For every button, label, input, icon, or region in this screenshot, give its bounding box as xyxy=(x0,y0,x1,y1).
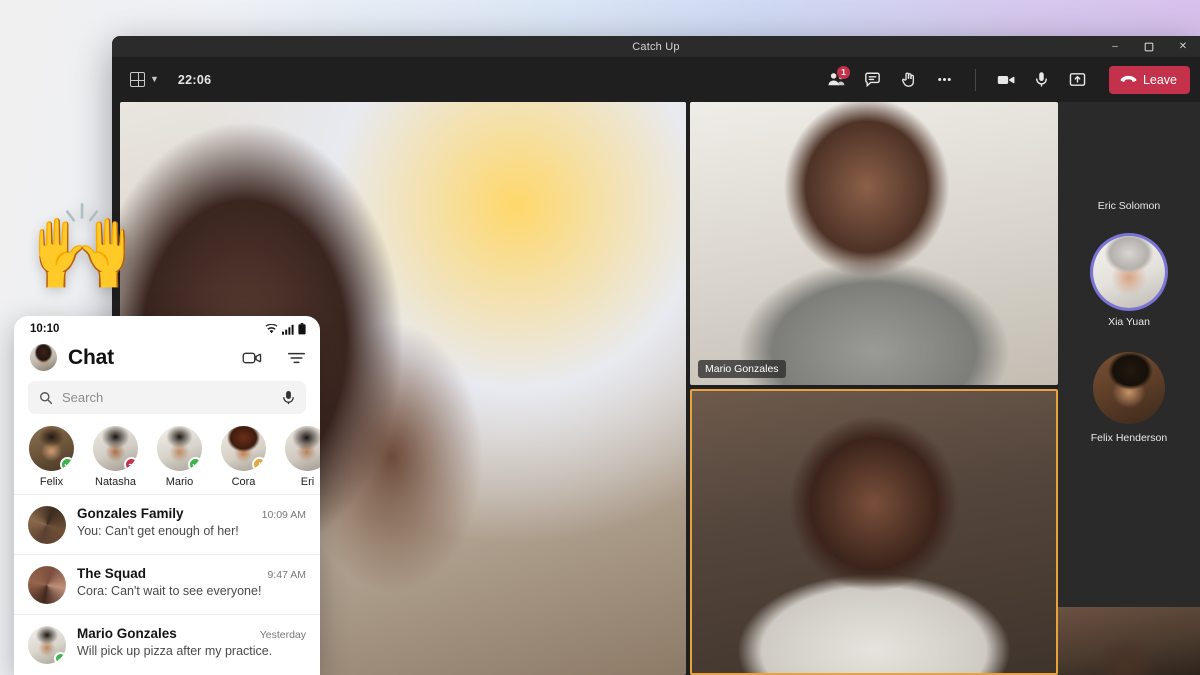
roster-item-eric-solomon[interactable]: Eric Solomon xyxy=(1093,120,1165,212)
maximize-button[interactable] xyxy=(1132,36,1166,57)
video-feed xyxy=(690,102,1058,385)
chat-title: Mario Gonzales xyxy=(77,626,177,641)
avatar xyxy=(93,426,138,471)
contact-eric[interactable]: Eri xyxy=(284,426,320,488)
contact-cora[interactable]: Cora xyxy=(220,426,267,488)
video-tile-speaker[interactable] xyxy=(690,388,1058,675)
people-button[interactable]: 1 xyxy=(822,65,852,95)
status-badge xyxy=(60,457,74,471)
toolbar-divider xyxy=(974,68,976,91)
gallery-view-button[interactable]: ▼ xyxy=(130,72,159,87)
roster-item-label: Eric Solomon xyxy=(1097,200,1161,212)
leave-button-label: Leave xyxy=(1142,72,1177,87)
participant-name-label: Mario Gonzales xyxy=(698,359,786,378)
video-camera-icon[interactable] xyxy=(242,349,262,367)
leave-button[interactable]: Leave xyxy=(1108,65,1190,94)
contact-name: Cora xyxy=(231,476,256,488)
roster-item-label: Xia Yuan xyxy=(1108,316,1150,328)
contact-felix[interactable]: Felix xyxy=(28,426,75,488)
roster-item-xia-yuan[interactable]: Xia Yuan xyxy=(1093,236,1165,328)
avatar xyxy=(285,426,320,471)
microphone-icon xyxy=(283,391,294,405)
status-badge xyxy=(54,652,66,664)
avatar xyxy=(1092,352,1165,424)
avatar xyxy=(28,566,66,604)
toolbar-actions: 1 Leave xyxy=(822,65,1190,95)
page-title: Chat xyxy=(68,345,114,369)
list-item[interactable]: Mario Gonzales Yesterday Will pick up pi… xyxy=(14,614,320,674)
grid-view-icon xyxy=(130,72,145,87)
participant-roster: Eric Solomon Xia Yuan Felix Henderson xyxy=(1058,102,1200,675)
camera-button[interactable] xyxy=(991,65,1021,95)
contact-name: Felix xyxy=(39,476,64,488)
chat-title: The Squad xyxy=(77,566,147,581)
people-count-badge: 1 xyxy=(836,65,850,79)
status-badge xyxy=(124,457,138,471)
raised-hands-reaction: 🙌 xyxy=(30,200,135,294)
contact-mario[interactable]: Mario xyxy=(156,426,203,488)
wifi-icon xyxy=(265,323,278,333)
status-badge xyxy=(252,457,266,471)
avatar xyxy=(28,506,66,544)
video-tile-mario[interactable]: Mario Gonzales xyxy=(690,102,1058,385)
contact-name: Natasha xyxy=(95,476,136,488)
list-item[interactable]: Gonzales Family 10:09 AM You: Can't get … xyxy=(14,494,320,554)
video-tile-column: Mario Gonzales xyxy=(690,102,1058,675)
search-icon xyxy=(40,391,53,404)
search-input[interactable]: Search xyxy=(28,381,306,414)
chat-button[interactable] xyxy=(858,65,888,95)
chat-title: Gonzales Family xyxy=(77,506,184,521)
avatar xyxy=(221,426,266,471)
recent-contacts-row: Felix Natasha Mario Cora Eri xyxy=(14,414,320,494)
list-item[interactable]: The Squad 9:47 AM Cora: Can't wait to se… xyxy=(14,554,320,614)
window-titlebar: Catch Up – ✕ xyxy=(112,36,1200,57)
chat-preview: Will pick up pizza after my practice. xyxy=(77,644,273,658)
chat-preview: Cora: Can't wait to see everyone! xyxy=(77,584,262,598)
chevron-down-icon: ▼ xyxy=(150,74,159,84)
avatar xyxy=(28,626,66,664)
raise-hand-button[interactable] xyxy=(894,65,924,95)
call-toolbar: ▼ 22:06 1 Leave xyxy=(112,57,1200,102)
mobile-status-icons xyxy=(265,323,306,335)
microphone-button[interactable] xyxy=(1027,65,1057,95)
chat-timestamp: 10:09 AM xyxy=(261,509,306,521)
cellular-icon xyxy=(282,324,294,335)
status-badge xyxy=(188,457,202,471)
chat-timestamp: 9:47 AM xyxy=(267,569,306,581)
minimize-button[interactable]: – xyxy=(1098,36,1132,57)
mobile-clock: 10:10 xyxy=(30,323,60,335)
roster-overflow-tile[interactable] xyxy=(1058,607,1200,675)
close-button[interactable]: ✕ xyxy=(1166,36,1200,57)
hangup-icon xyxy=(1120,75,1137,82)
filter-icon[interactable] xyxy=(287,350,306,366)
mobile-chat-panel: 10:10 Chat Search Felix Natasha Mario Co… xyxy=(14,316,320,675)
more-options-button[interactable] xyxy=(930,65,960,95)
avatar xyxy=(1093,236,1165,308)
share-screen-button[interactable] xyxy=(1063,65,1093,95)
video-feed xyxy=(692,390,1056,673)
contact-name: Mario xyxy=(165,476,194,488)
avatar xyxy=(1093,120,1165,192)
avatar xyxy=(29,426,74,471)
chat-timestamp: Yesterday xyxy=(259,629,306,641)
avatar xyxy=(157,426,202,471)
meeting-title: Catch Up xyxy=(632,40,680,53)
search-placeholder: Search xyxy=(62,390,104,405)
contact-name: Eri xyxy=(300,476,315,488)
window-controls: – ✕ xyxy=(1098,36,1200,57)
avatar[interactable] xyxy=(30,344,57,371)
call-timer: 22:06 xyxy=(177,72,212,87)
mobile-chat-header: Chat xyxy=(14,342,320,381)
roster-item-felix-henderson[interactable]: Felix Henderson xyxy=(1091,352,1167,444)
contact-natasha[interactable]: Natasha xyxy=(92,426,139,488)
mobile-status-bar: 10:10 xyxy=(14,316,320,342)
roster-item-label: Felix Henderson xyxy=(1090,432,1168,444)
battery-icon xyxy=(298,323,306,335)
chat-preview: You: Can't get enough of her! xyxy=(77,524,239,538)
